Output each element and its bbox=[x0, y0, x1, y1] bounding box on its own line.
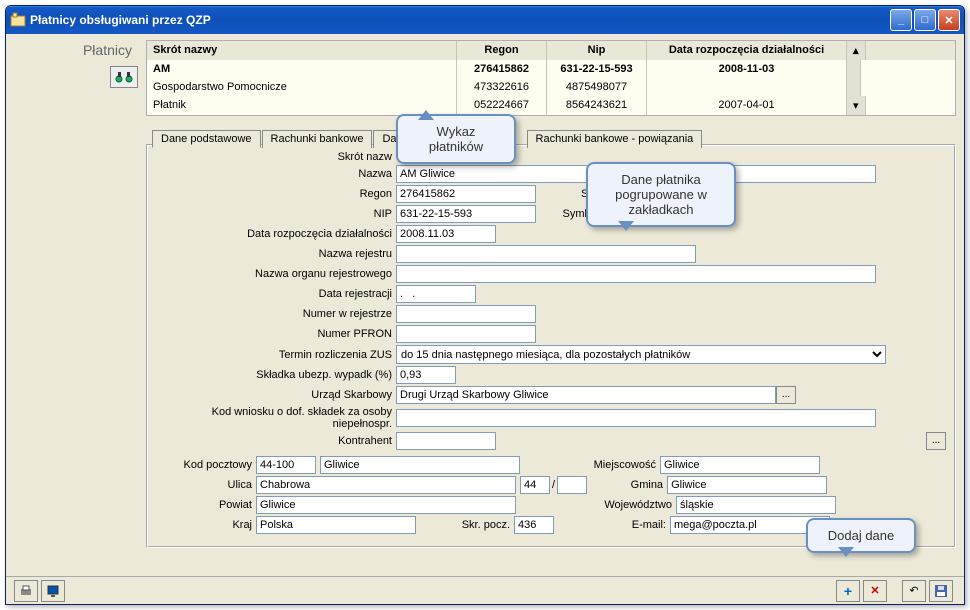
tab-rachunki-powiazania[interactable]: Rachunki bankowe - powiązania bbox=[527, 130, 703, 148]
detail-tabbox: Dane podstawowe Rachunki bankowe Da Rach… bbox=[146, 144, 956, 548]
input-kod-poczt[interactable] bbox=[256, 456, 316, 474]
callout-dane-platnika: Dane płatnika pogrupowane w zakładkach bbox=[586, 162, 736, 227]
undo-button[interactable]: ↶ bbox=[902, 580, 926, 602]
label-gmina: Gmina bbox=[587, 479, 667, 491]
input-woj[interactable] bbox=[676, 496, 836, 514]
close-button[interactable]: ✕ bbox=[938, 9, 960, 31]
lookup-urzad-button[interactable]: ... bbox=[776, 386, 796, 404]
statusbar: + ✕ ↶ bbox=[6, 576, 964, 604]
label-nazwa: Nazwa bbox=[156, 168, 396, 180]
label-kraj: Kraj bbox=[156, 519, 256, 531]
delete-button[interactable]: ✕ bbox=[863, 580, 887, 602]
input-ulica[interactable] bbox=[256, 476, 516, 494]
input-miejsc[interactable] bbox=[660, 456, 820, 474]
grid-scroll-down[interactable]: ▾ bbox=[847, 96, 866, 115]
input-numer-rej[interactable] bbox=[396, 305, 536, 323]
label-kod-poczt: Kod pocztowy bbox=[156, 459, 256, 471]
label-email: E-mail: bbox=[554, 519, 670, 531]
label-skr-pocz: Skr. pocz. bbox=[416, 519, 514, 531]
input-nip[interactable] bbox=[396, 205, 536, 223]
sidebar: Płatnicy bbox=[6, 34, 146, 576]
label-data-rej: Data rejestracji bbox=[156, 288, 396, 300]
binoculars-icon[interactable] bbox=[110, 66, 138, 88]
input-data-rozp[interactable] bbox=[396, 225, 496, 243]
payers-grid[interactable]: Skrót nazwy Regon Nip Data rozpoczęcia d… bbox=[146, 40, 956, 116]
input-kod-wn[interactable] bbox=[396, 409, 876, 427]
col-header-regon[interactable]: Regon bbox=[457, 41, 547, 60]
form: Skrót nazw Nazwa Regon Sprzeda NIP bbox=[148, 147, 954, 540]
label-termin-zus: Termin rozliczenia ZUS bbox=[156, 349, 396, 361]
col-header-skrot[interactable]: Skrót nazwy bbox=[147, 41, 457, 60]
col-header-nip[interactable]: Nip bbox=[547, 41, 647, 60]
grid-scroll-up[interactable]: ▴ bbox=[847, 41, 866, 60]
input-regon[interactable] bbox=[396, 185, 536, 203]
grid-row[interactable]: Płatnik 052224667 8564243621 2007-04-01 … bbox=[147, 96, 955, 115]
save-button[interactable] bbox=[929, 580, 953, 602]
col-header-data[interactable]: Data rozpoczęcia działalności bbox=[647, 41, 847, 60]
label-data-rozp: Data rozpoczęcia działalności bbox=[156, 228, 396, 240]
input-urzad-sk[interactable] bbox=[396, 386, 776, 404]
window-title: Płatnicy obsługiwani przez QZP bbox=[30, 13, 888, 27]
input-gmina[interactable] bbox=[667, 476, 827, 494]
callout-dodaj: Dodaj dane bbox=[806, 518, 916, 553]
tab-rachunki-bankowe[interactable]: Rachunki bankowe bbox=[262, 130, 373, 148]
main-area: Skrót nazwy Regon Nip Data rozpoczęcia d… bbox=[146, 34, 964, 576]
input-nazwa-rej[interactable] bbox=[396, 245, 696, 263]
input-kraj[interactable] bbox=[256, 516, 416, 534]
print-button[interactable] bbox=[14, 580, 38, 602]
sidebar-title: Płatnicy bbox=[14, 42, 138, 58]
label-kod-wn: Kod wniosku o dof. składek za osoby niep… bbox=[156, 406, 396, 430]
grid-header: Skrót nazwy Regon Nip Data rozpoczęcia d… bbox=[147, 41, 955, 60]
label-kontrahent: Kontrahent bbox=[156, 435, 396, 447]
titlebar: Płatnicy obsługiwani przez QZP _ □ ✕ bbox=[6, 6, 964, 34]
minimize-button[interactable]: _ bbox=[890, 9, 912, 31]
input-data-rej[interactable] bbox=[396, 285, 476, 303]
tabs: Dane podstawowe Rachunki bankowe Da Rach… bbox=[152, 129, 954, 147]
label-regon: Regon bbox=[156, 188, 396, 200]
input-skr-pocz[interactable] bbox=[514, 516, 554, 534]
input-numer-pfron[interactable] bbox=[396, 325, 536, 343]
label-miejsc: Miejscowość bbox=[520, 459, 660, 471]
callout-wykaz: Wykaz płatników bbox=[396, 114, 516, 164]
label-urzad-sk: Urząd Skarbowy bbox=[156, 389, 396, 401]
input-ulica-nr2[interactable] bbox=[557, 476, 587, 494]
select-termin-zus[interactable]: do 15 dnia następnego miesiąca, dla pozo… bbox=[396, 345, 886, 364]
label-ulica: Ulica bbox=[156, 479, 256, 491]
tab-dane-podstawowe[interactable]: Dane podstawowe bbox=[152, 130, 261, 148]
input-kontrahent[interactable] bbox=[396, 432, 496, 450]
input-ulica-nr[interactable] bbox=[520, 476, 550, 494]
label-numer-rej: Numer w rejestrze bbox=[156, 308, 396, 320]
app-window: Płatnicy obsługiwani przez QZP _ □ ✕ Pła… bbox=[5, 5, 965, 605]
input-powiat[interactable] bbox=[256, 496, 516, 514]
label-skladka: Składka ubezp. wypadk (%) bbox=[156, 369, 396, 381]
label-nip: NIP bbox=[156, 208, 396, 220]
grid-row[interactable]: Gospodarstwo Pomocnicze 473322616 487549… bbox=[147, 78, 955, 96]
grid-row[interactable]: AM 276415862 631-22-15-593 2008-11-03 bbox=[147, 60, 955, 78]
add-button[interactable]: + bbox=[836, 580, 860, 602]
label-nazwa-org: Nazwa organu rejestrowego bbox=[156, 268, 396, 280]
lookup-kontrahent-button[interactable]: ... bbox=[926, 432, 946, 450]
app-icon bbox=[10, 12, 26, 28]
label-nazwa-rej: Nazwa rejestru bbox=[156, 248, 396, 260]
label-powiat: Powiat bbox=[156, 499, 256, 511]
maximize-button[interactable]: □ bbox=[914, 9, 936, 31]
label-woj: Województwo bbox=[516, 499, 676, 511]
monitor-button[interactable] bbox=[41, 580, 65, 602]
label-skrot: Skrót nazw bbox=[156, 151, 396, 163]
input-nazwa-org[interactable] bbox=[396, 265, 876, 283]
input-kod-poczt-city[interactable] bbox=[320, 456, 520, 474]
label-numer-pfron: Numer PFRON bbox=[156, 328, 396, 340]
input-skladka[interactable] bbox=[396, 366, 456, 384]
